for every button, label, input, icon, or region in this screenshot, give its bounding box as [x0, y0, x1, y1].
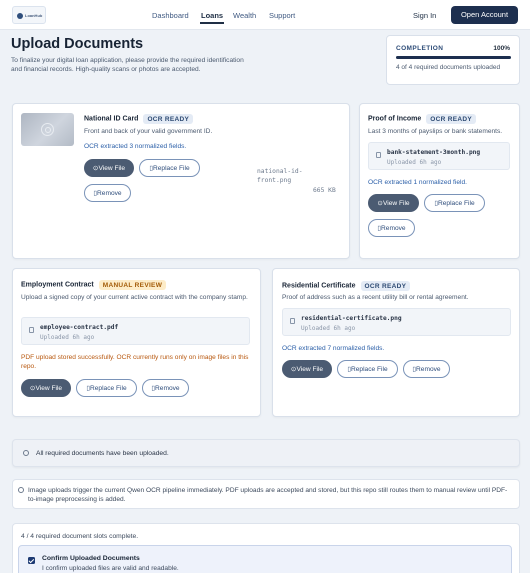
status-badge: OCR READY [360, 281, 411, 291]
file-name: residential-certificate.png [301, 315, 402, 322]
view-file-button[interactable]: ⊙View File [282, 360, 332, 378]
file-upload-age: Uploaded 6h ago [387, 159, 442, 166]
remove-button[interactable]: ▯Remove [403, 360, 450, 378]
completion-progress-fill [396, 56, 511, 59]
file-upload-age: Uploaded 6h ago [40, 334, 95, 341]
info-icon [18, 487, 24, 493]
notice-text: All required documents have been uploade… [36, 450, 169, 457]
file-size-national-id: 665 KB [313, 187, 336, 194]
status-badge: MANUAL REVIEW [98, 280, 167, 290]
slots-status: 4 / 4 required document slots complete. [21, 533, 139, 540]
completion-panel: COMPLETION 100% 4 of 4 required document… [386, 35, 520, 85]
file-chip-employment-contract[interactable]: employee-contract.pdf Uploaded 6h ago [21, 317, 250, 345]
ocr-status-national-id: OCR extracted 3 normalized fields. [84, 143, 187, 150]
id-preview-thumbnail[interactable] [21, 113, 74, 146]
card-desc-employment-contract: Upload a signed copy of your current act… [21, 294, 248, 301]
card-title-proof-of-income: Proof of Income OCR READY [368, 114, 476, 124]
ocr-warning-employment-contract: PDF upload stored successfully. OCR curr… [21, 354, 249, 370]
top-nav: LoanHub Dashboard Loans Wealth Support S… [0, 0, 530, 30]
info-icon [23, 450, 29, 456]
card-title-text: National ID Card [84, 115, 139, 123]
confirm-title: Confirm Uploaded Documents [42, 555, 140, 562]
upload-complete-notice: All required documents have been uploade… [12, 439, 520, 467]
card-title-text: Employment Contract [21, 281, 94, 289]
fingerprint-icon [41, 123, 54, 136]
open-account-button[interactable]: Open Account [451, 6, 518, 24]
ocr-status-residential-certificate: OCR extracted 7 normalized fields. [282, 345, 385, 352]
file-name: bank-statement-3month.png [387, 149, 481, 156]
confirm-description: I confirm uploaded files are valid and r… [42, 565, 179, 572]
nav-link-loans[interactable]: Loans [199, 11, 225, 24]
page-subtitle: To finalize your digital loan applicatio… [11, 57, 244, 73]
sign-in-link[interactable]: Sign In [413, 11, 436, 20]
help-text: Image uploads trigger the current Qwen O… [28, 487, 508, 503]
card-desc-residential-certificate: Proof of address such as a recent utilit… [282, 294, 469, 301]
file-chip-proof-of-income[interactable]: bank-statement-3month.png Uploaded 6h ag… [368, 142, 510, 170]
replace-file-button[interactable]: ▯Replace File [337, 360, 398, 378]
completion-status: 4 of 4 required documents uploaded [396, 64, 501, 71]
status-badge: OCR READY [426, 114, 476, 124]
card-title-text: Proof of Income [368, 115, 422, 123]
completion-label: COMPLETION [396, 45, 444, 52]
ocr-status-proof-of-income: OCR extracted 1 normalized field. [368, 179, 467, 186]
file-name-national-id: national-id-front.png [257, 167, 303, 185]
file-name-line-1: national-id- [257, 168, 303, 175]
view-file-button[interactable]: ⊙View File [21, 379, 71, 397]
confirm-checkbox[interactable] [28, 557, 35, 564]
logo-mark-icon [17, 13, 23, 19]
remove-button[interactable]: ▯Remove [84, 184, 131, 202]
file-upload-age: Uploaded 6h ago [301, 325, 356, 332]
logo-text: LoanHub [25, 13, 43, 18]
document-icon [376, 152, 381, 158]
replace-file-button[interactable]: ▯Replace File [76, 379, 137, 397]
replace-file-button[interactable]: ▯Replace File [139, 159, 200, 177]
nav-link-dashboard[interactable]: Dashboard [152, 11, 189, 20]
card-desc-national-id: Front and back of your valid government … [84, 128, 213, 135]
ocr-pipeline-help: Image uploads trigger the current Qwen O… [12, 479, 520, 509]
file-name-line-2: front.png [257, 177, 292, 184]
page-title: Upload Documents [11, 36, 144, 52]
document-icon [29, 327, 34, 333]
completion-percent: 100% [493, 45, 510, 52]
view-file-button[interactable]: ⊙View File [84, 159, 134, 177]
view-file-button[interactable]: ⊙View File [368, 194, 419, 212]
file-name: employee-contract.pdf [40, 324, 119, 331]
card-title-national-id: National ID Card OCR READY [84, 114, 194, 124]
remove-button[interactable]: ▯Remove [368, 219, 415, 237]
file-chip-residential-certificate[interactable]: residential-certificate.png Uploaded 6h … [282, 308, 511, 336]
card-title-residential-certificate: Residential Certificate OCR READY [282, 281, 411, 291]
card-title-employment-contract: Employment Contract MANUAL REVIEW [21, 280, 167, 290]
document-icon [290, 318, 295, 324]
brand-logo[interactable]: LoanHub [12, 6, 46, 24]
nav-link-wealth[interactable]: Wealth [233, 11, 256, 20]
nav-link-support[interactable]: Support [269, 11, 295, 20]
card-title-text: Residential Certificate [282, 282, 356, 290]
completion-progress-bar [396, 56, 511, 59]
confirm-documents-option[interactable]: Confirm Uploaded Documents I confirm upl… [18, 545, 512, 573]
status-badge: OCR READY [143, 114, 194, 124]
remove-button[interactable]: ▯Remove [142, 379, 189, 397]
replace-file-button[interactable]: ▯Replace File [424, 194, 485, 212]
card-desc-proof-of-income: Last 3 months of payslips or bank statem… [368, 128, 503, 135]
